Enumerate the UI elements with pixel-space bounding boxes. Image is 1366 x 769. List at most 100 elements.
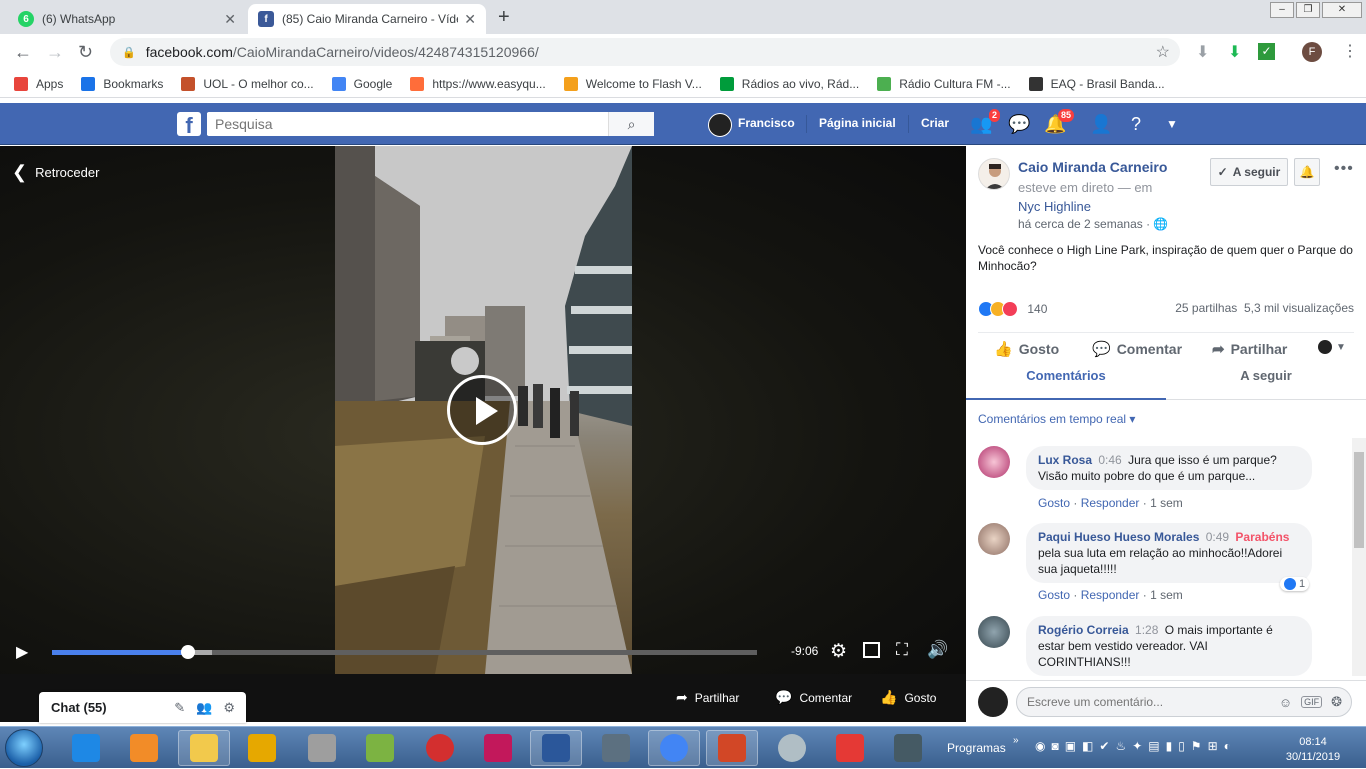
- bookmark-star-icon[interactable]: ☆: [1156, 42, 1170, 62]
- bookmark-item[interactable]: Rádio Cultura FM -...: [877, 76, 1011, 91]
- minimize-button[interactable]: –: [1270, 2, 1294, 18]
- create-link[interactable]: Criar: [921, 116, 949, 130]
- taskbar-button[interactable]: [706, 730, 758, 766]
- bookmark-item[interactable]: Apps: [14, 76, 63, 91]
- commenter-name[interactable]: Lux Rosa: [1038, 453, 1092, 467]
- play-icon[interactable]: ▶: [16, 642, 28, 662]
- expand-toolbar-icon[interactable]: »: [1013, 735, 1019, 746]
- restore-button[interactable]: ❐: [1296, 2, 1320, 18]
- check-extension-icon[interactable]: ✓: [1258, 43, 1275, 60]
- profile-link[interactable]: Francisco: [738, 116, 795, 130]
- comment-video-time[interactable]: 1:28: [1135, 623, 1158, 637]
- comment-reply-link[interactable]: Responder: [1081, 588, 1140, 602]
- author-name-link[interactable]: Caio Miranda Carneiro: [1018, 159, 1167, 175]
- author-avatar[interactable]: [978, 158, 1010, 190]
- user-avatar[interactable]: [708, 113, 732, 137]
- post-like-button[interactable]: 👍 Gosto: [994, 340, 1059, 358]
- volume-icon[interactable]: 🔊: [927, 640, 948, 660]
- commenter-avatar[interactable]: [978, 616, 1010, 648]
- emoji-icon[interactable]: ☺: [1279, 695, 1292, 710]
- reaction-count[interactable]: 140: [1027, 302, 1047, 316]
- settings-gear-icon[interactable]: ⚙: [830, 640, 847, 663]
- programs-toolbar-label[interactable]: Programas: [947, 741, 1006, 755]
- comment-like-link[interactable]: Gosto: [1038, 496, 1070, 510]
- comment-age[interactable]: 1 sem: [1150, 588, 1183, 602]
- taskbar-button[interactable]: [236, 730, 288, 766]
- post-share-button[interactable]: ➦ Partilhar: [1212, 340, 1287, 358]
- search-input[interactable]: [207, 113, 608, 135]
- tab-facebook-video[interactable]: f (85) Caio Miranda Carneiro - Vídeo ✕: [248, 4, 486, 34]
- bookmark-item[interactable]: EAQ - Brasil Banda...: [1028, 76, 1165, 91]
- taskbar-button[interactable]: [354, 730, 406, 766]
- comments-scrollbar[interactable]: [1352, 438, 1366, 676]
- bookmark-item[interactable]: Rádios ao vivo, Rád...: [719, 76, 859, 91]
- bookmark-item[interactable]: Welcome to Flash V...: [563, 76, 702, 91]
- close-tab-icon[interactable]: ✕: [464, 11, 476, 28]
- share-count[interactable]: 25 partilhas: [1175, 301, 1237, 315]
- video-player[interactable]: ❮ Retroceder ▶ -9:06 ⚙ ⛶ 🔊 ➦ Partilhar 💬…: [0, 146, 966, 722]
- scrollbar-thumb[interactable]: [1354, 452, 1364, 548]
- bookmark-item[interactable]: UOL - O melhor co...: [181, 76, 314, 91]
- share-button[interactable]: ➦ Partilhar: [676, 689, 739, 706]
- taskbar-button[interactable]: [414, 730, 466, 766]
- comments-filter-dropdown[interactable]: Comentários em tempo real ▾: [978, 412, 1135, 426]
- facebook-logo-icon[interactable]: f: [177, 112, 201, 138]
- taskbar-button[interactable]: [472, 730, 524, 766]
- notification-bell-button[interactable]: 🔔: [1294, 158, 1320, 186]
- search-icon[interactable]: ⌕: [608, 112, 654, 136]
- chat-bar[interactable]: Chat (55) ✎ 👥 ⚙: [39, 692, 246, 723]
- back-button[interactable]: ❮ Retroceder: [12, 162, 99, 183]
- menu-dots-icon[interactable]: ⋮: [1342, 41, 1358, 61]
- group-icon[interactable]: 👥: [196, 700, 212, 716]
- taskbar-button[interactable]: [882, 730, 934, 766]
- bookmark-item[interactable]: Bookmarks: [81, 76, 163, 91]
- progress-handle[interactable]: [181, 645, 196, 659]
- post-as-selector[interactable]: ▼: [1318, 340, 1346, 354]
- back-arrow-icon[interactable]: ←: [14, 42, 32, 63]
- forward-arrow-icon[interactable]: →: [46, 42, 64, 63]
- taskbar-button[interactable]: [118, 730, 170, 766]
- taskbar-button[interactable]: [766, 730, 818, 766]
- taskbar-button[interactable]: [178, 730, 230, 766]
- post-timestamp[interactable]: há cerca de 2 semanas · 🌐: [1018, 217, 1168, 231]
- notifications-icon[interactable]: 🔔 85: [1044, 109, 1074, 135]
- address-bar[interactable]: 🔒 facebook.com/CaioMirandaCarneiro/video…: [110, 38, 1180, 66]
- close-window-button[interactable]: ✕: [1322, 2, 1362, 18]
- love-reaction-icon[interactable]: [1002, 301, 1018, 317]
- following-button[interactable]: ✓ A seguir: [1210, 158, 1288, 186]
- commenter-name[interactable]: Paqui Hueso Hueso Morales: [1038, 530, 1199, 544]
- home-link[interactable]: Página inicial: [819, 116, 896, 130]
- comment-likes-badge[interactable]: 1: [1280, 577, 1310, 591]
- sticker-icon[interactable]: ❂: [1331, 694, 1342, 710]
- reload-icon[interactable]: ↻: [78, 42, 93, 63]
- taskbar-button[interactable]: [296, 730, 348, 766]
- taskbar-clock[interactable]: 08:14 30/11/2019: [1278, 735, 1348, 765]
- close-tab-icon[interactable]: ✕: [224, 11, 236, 28]
- commenter-name[interactable]: Rogério Correia: [1038, 623, 1129, 637]
- tab-up-next[interactable]: A seguir: [1166, 368, 1366, 400]
- tab-comments[interactable]: Comentários: [966, 368, 1166, 400]
- comment-like-link[interactable]: Gosto: [1038, 588, 1070, 602]
- comment-reply-link[interactable]: Responder: [1081, 496, 1140, 510]
- commenter-avatar[interactable]: [978, 523, 1010, 555]
- taskbar-button[interactable]: [60, 730, 112, 766]
- download-gray-icon[interactable]: ⬇: [1196, 42, 1209, 62]
- big-play-button[interactable]: [447, 375, 517, 445]
- post-comment-button[interactable]: 💬 Comentar: [1092, 340, 1182, 358]
- like-button[interactable]: 👍 Gosto: [880, 689, 936, 706]
- quick-help-people-icon[interactable]: 👤: [1090, 113, 1112, 135]
- download-green-icon[interactable]: ⬇: [1228, 42, 1241, 62]
- comment-age[interactable]: 1 sem: [1150, 496, 1183, 510]
- comment-video-time[interactable]: 0:46: [1098, 453, 1121, 467]
- taskbar-button[interactable]: [824, 730, 876, 766]
- taskbar-button[interactable]: [648, 730, 700, 766]
- comment-video-time[interactable]: 0:49: [1206, 530, 1229, 544]
- bookmark-item[interactable]: Google: [331, 76, 392, 91]
- messenger-icon[interactable]: 💬: [1008, 113, 1030, 135]
- profile-avatar[interactable]: F: [1302, 42, 1322, 62]
- bookmark-item[interactable]: https://www.easyqu...: [410, 76, 546, 91]
- start-button[interactable]: [5, 729, 43, 767]
- picture-in-picture-icon[interactable]: [863, 642, 880, 658]
- tray-icons[interactable]: ◉◙▣◧✔♨✦▤▮▯⚑⊞◐: [1035, 739, 1237, 753]
- taskbar-button[interactable]: [530, 730, 582, 766]
